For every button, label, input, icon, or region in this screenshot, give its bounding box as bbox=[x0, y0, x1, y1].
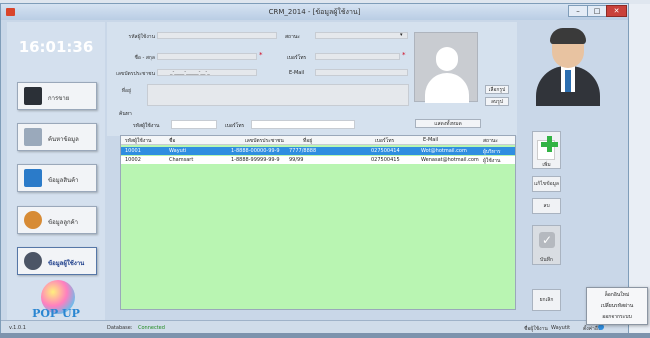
search-icon bbox=[24, 128, 42, 146]
status-select[interactable] bbox=[315, 32, 408, 39]
title-bar: CRM_2014 - [ข้อมูลผู้ใช้งาน] – □ ✕ bbox=[1, 4, 628, 20]
checkmark-icon: ✓ bbox=[539, 232, 555, 248]
menu-item-change-password[interactable]: เปลี่ยนรหัสผ่าน bbox=[587, 301, 647, 311]
address-label: ที่อยู่ bbox=[121, 88, 131, 94]
person-placeholder-icon bbox=[436, 47, 458, 71]
database-label: Database: bbox=[107, 325, 133, 331]
cell-name: Chamsart bbox=[169, 157, 194, 163]
app-window: CRM_2014 - [ข้อมูลผู้ใช้งาน] – □ ✕ 16:01… bbox=[0, 3, 629, 333]
cell-id: 10002 bbox=[125, 157, 141, 163]
clock: 16:01:36 bbox=[18, 38, 94, 56]
search-label: ค้นหา bbox=[119, 111, 132, 117]
close-button[interactable]: ✕ bbox=[606, 5, 627, 17]
add-button-label: เพิ่ม bbox=[542, 162, 551, 168]
minimize-button[interactable]: – bbox=[568, 5, 588, 17]
phone-input[interactable] bbox=[315, 53, 400, 60]
settings-context-menu: ล็อกอินใหม่ เปลี่ยนรหัสผ่าน ออกจากระบบ bbox=[586, 287, 648, 325]
cell-name: Wayuti bbox=[169, 148, 187, 154]
cell-address: 99/99 bbox=[289, 157, 304, 163]
address-input[interactable] bbox=[147, 84, 409, 106]
sidebar-item-label: ข้อมูลสินค้า bbox=[48, 177, 79, 184]
status-label: สถานะ bbox=[285, 34, 300, 40]
show-all-button[interactable]: แสดงทั้งหมด bbox=[415, 119, 481, 128]
citizen-id-label: เลขบัตรประชาชน bbox=[116, 71, 155, 77]
cell-email: Wot@hotmail.com bbox=[421, 148, 467, 154]
search-phone-label: เบอร์โทร bbox=[225, 123, 245, 129]
column-header[interactable]: สถานะ bbox=[483, 137, 498, 145]
version-text: v.1.0.1 bbox=[9, 325, 26, 331]
cell-id: 10001 bbox=[125, 148, 141, 154]
menu-item-logout[interactable]: ออกจากระบบ bbox=[587, 312, 647, 322]
delete-photo-button[interactable]: ลบรูป bbox=[485, 97, 509, 106]
user-icon bbox=[24, 252, 42, 270]
customers-icon bbox=[24, 211, 42, 229]
users-table: รหัสผู้ใช้งาน ชื่อ เลขบัตรประชาชน ที่อยู… bbox=[120, 135, 516, 310]
name-input[interactable] bbox=[157, 53, 257, 60]
user-avatar bbox=[528, 26, 608, 106]
search-user-id-input[interactable] bbox=[171, 120, 217, 129]
sidebar-item-customers[interactable]: ข้อมูลลูกค้า bbox=[17, 206, 97, 234]
register-icon bbox=[24, 87, 42, 105]
save-button[interactable]: ✓ บันทึก bbox=[532, 225, 561, 265]
search-phone-input[interactable] bbox=[251, 120, 355, 129]
email-label: E-Mail bbox=[289, 70, 305, 76]
sidebar-item-label: ข้อมูลผู้ใช้งาน bbox=[48, 260, 85, 267]
current-user-value: Wayutit bbox=[551, 325, 571, 331]
delete-button[interactable]: ลบ bbox=[532, 198, 561, 214]
cell-status: ผู้บริหาร bbox=[483, 149, 501, 155]
column-header[interactable]: E-Mail bbox=[423, 137, 438, 143]
sidebar-item-label: ค้นหาข้อมูล bbox=[48, 136, 79, 143]
citizen-id-input[interactable]: _-____-_____-__-_ bbox=[157, 69, 257, 76]
logo-text: POP UP bbox=[32, 307, 80, 320]
cell-phone: 027500414 bbox=[371, 148, 400, 154]
user-id-input[interactable] bbox=[157, 32, 277, 39]
user-photo bbox=[414, 32, 478, 103]
cell-status: ผู้ใช้งาน bbox=[483, 158, 501, 164]
column-header[interactable]: เลขบัตรประชาชน bbox=[245, 137, 284, 145]
computer-icon bbox=[24, 169, 42, 187]
cell-citizen: 1-8888-00000-99-9 bbox=[231, 148, 280, 154]
chevron-down-icon[interactable]: ▾ bbox=[400, 32, 403, 38]
os-taskbar bbox=[0, 333, 650, 338]
column-header[interactable]: เบอร์โทร bbox=[375, 137, 394, 145]
cell-address: 7777/8888 bbox=[289, 148, 317, 154]
table-row[interactable]: 10001 Wayuti 1-8888-00000-99-9 7777/8888… bbox=[121, 147, 515, 155]
add-button[interactable]: เพิ่ม bbox=[532, 131, 561, 169]
sidebar-item-label: การขาย bbox=[48, 95, 70, 102]
user-id-label: รหัสผู้ใช้งาน bbox=[128, 34, 155, 40]
cell-phone: 027500415 bbox=[371, 157, 400, 163]
column-header[interactable]: ที่อยู่ bbox=[303, 137, 312, 145]
edit-button[interactable]: แก้ไขข้อมูล bbox=[532, 176, 561, 192]
name-label: ชื่อ - สกุล bbox=[134, 55, 155, 61]
user-form: รหัสผู้ใช้งาน สถานะ ▾ ชื่อ - สกุล * เบอร… bbox=[107, 22, 517, 136]
column-header[interactable]: ชื่อ bbox=[169, 137, 175, 145]
save-button-label: บันทึก bbox=[540, 257, 553, 263]
sidebar-item-products[interactable]: ข้อมูลสินค้า bbox=[17, 164, 97, 192]
window-title: CRM_2014 - [ข้อมูลผู้ใช้งาน] bbox=[268, 8, 361, 16]
sidebar-item-users[interactable]: ข้อมูลผู้ใช้งาน bbox=[17, 247, 97, 275]
required-marker: * bbox=[402, 51, 406, 59]
sidebar: 16:01:36 การขาย ค้นหาข้อมูล ข้อมูลสินค้า… bbox=[7, 22, 105, 328]
status-bar: v.1.0.1 Database: Connected ชื่อผู้ใช้งา… bbox=[1, 320, 628, 333]
sidebar-item-search[interactable]: ค้นหาข้อมูล bbox=[17, 123, 97, 151]
phone-label: เบอร์โทร bbox=[287, 55, 307, 61]
cell-citizen: 1-8888-99999-99-9 bbox=[231, 157, 280, 163]
menu-item-relogin[interactable]: ล็อกอินใหม่ bbox=[587, 290, 647, 300]
required-marker: * bbox=[259, 51, 263, 59]
cancel-button[interactable]: ยกเลิก bbox=[532, 289, 561, 311]
maximize-button[interactable]: □ bbox=[587, 5, 607, 17]
table-header: รหัสผู้ใช้งาน ชื่อ เลขบัตรประชาชน ที่อยู… bbox=[121, 136, 515, 145]
database-status: Connected bbox=[138, 325, 165, 331]
cell-email: Wenasat@hotmail.com bbox=[421, 157, 479, 163]
table-row[interactable]: 10002 Chamsart 1-8888-99999-99-9 99/99 0… bbox=[121, 156, 515, 164]
sidebar-item-label: ข้อมูลลูกค้า bbox=[48, 219, 79, 226]
email-input[interactable] bbox=[315, 69, 408, 76]
browse-photo-button[interactable]: เลือกรูป bbox=[485, 85, 509, 94]
search-user-id-label: รหัสผู้ใช้งาน bbox=[133, 123, 160, 129]
current-user-label: ชื่อผู้ใช้งาน bbox=[524, 326, 548, 332]
column-header[interactable]: รหัสผู้ใช้งาน bbox=[125, 137, 151, 145]
